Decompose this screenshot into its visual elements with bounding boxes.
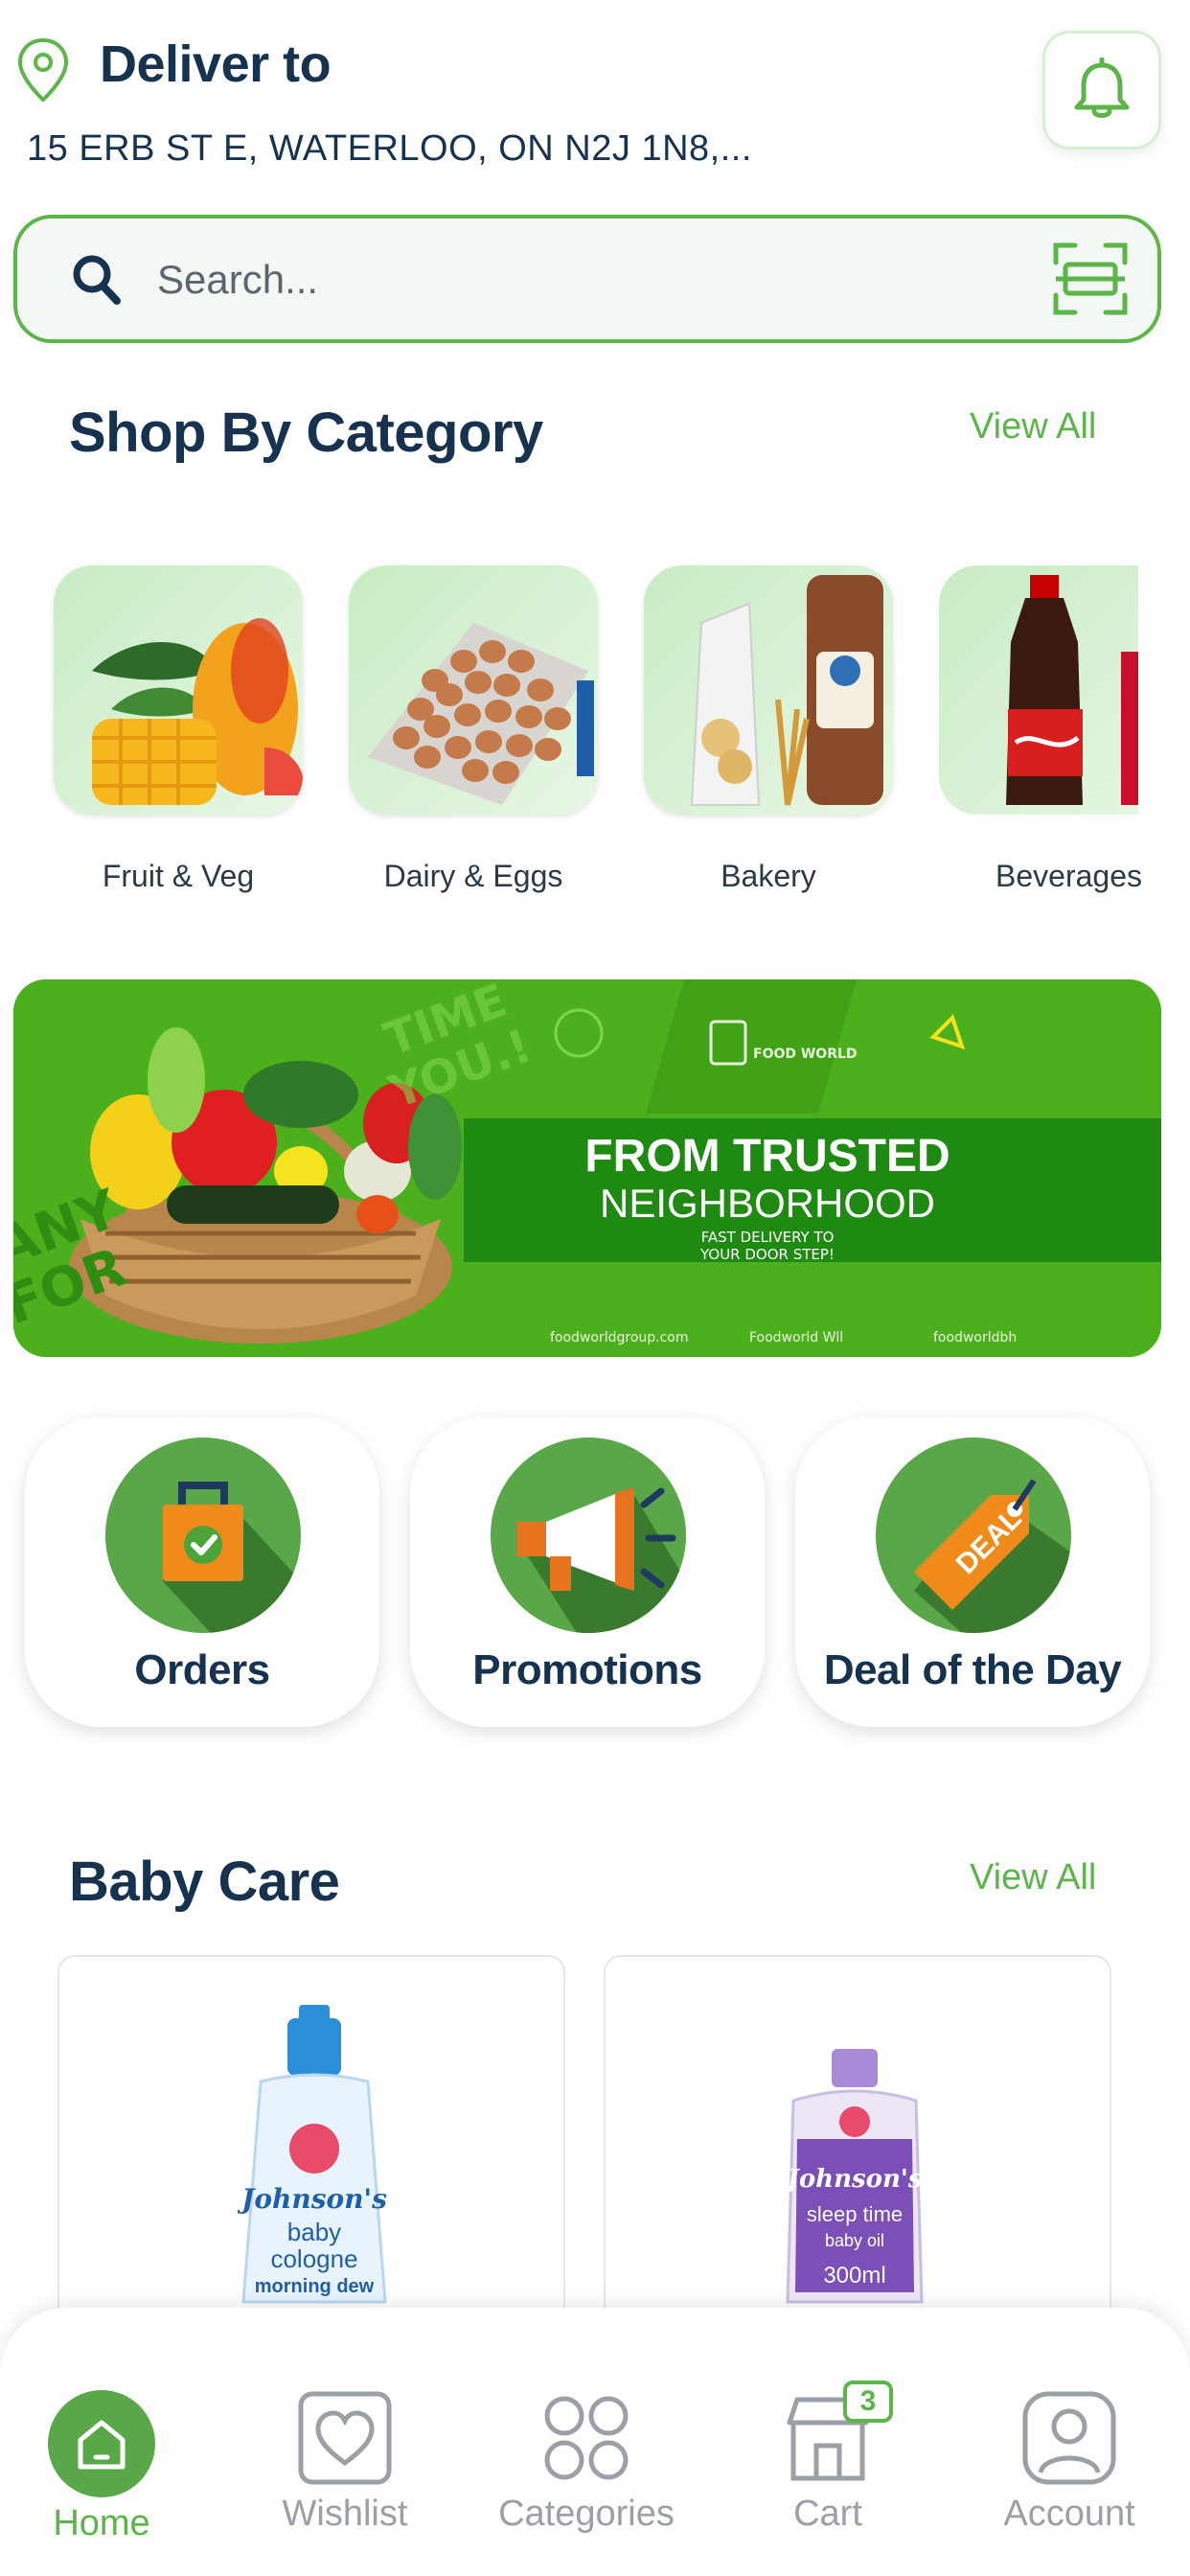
location-pin-icon (17, 37, 69, 103)
nav-wishlist-label: Wishlist (282, 2494, 408, 2534)
nav-categories[interactable]: Categories (491, 2390, 682, 2553)
johnsons-sleep-time-baby-oil-image: Johnson's sleep time baby oil 300ml (783, 2049, 924, 2304)
banner-subheadline: NEIGHBORHOOD (600, 1181, 935, 1226)
nav-account[interactable]: Account (973, 2390, 1165, 2553)
product-line-3: morning dew (255, 2276, 375, 2297)
product-line-3: 300ml (823, 2263, 885, 2288)
banner-footer-website: foodworldgroup.com (550, 1330, 689, 1346)
nav-account-label: Account (1003, 2494, 1135, 2534)
nav-wishlist[interactable]: Wishlist (249, 2390, 441, 2553)
orders-card[interactable]: Orders (25, 1416, 379, 1727)
deal-tag-icon: DEAL (876, 1438, 1071, 1633)
product-line-2: baby oil (825, 2231, 884, 2250)
promotions-label: Promotions (472, 1646, 702, 1693)
nav-cart[interactable]: 3 Cart (732, 2380, 924, 2553)
home-icon (48, 2390, 155, 2497)
deal-of-the-day-label: Deal of the Day (823, 1646, 1122, 1693)
orders-label: Orders (134, 1646, 270, 1693)
banner-tagline-1: FAST DELIVERY TO (701, 1229, 835, 1246)
search-icon[interactable] (69, 251, 123, 307)
product-line-1: baby (287, 2218, 341, 2246)
johnsons-baby-cologne-image: Johnson's baby cologne morning dew (237, 2005, 387, 2304)
notifications-button[interactable] (1042, 31, 1161, 150)
cart-count-badge: 3 (843, 2380, 893, 2423)
deliver-to-label: Deliver to (100, 35, 332, 93)
category-label-beverages: Beverages (995, 859, 1142, 893)
banner-footer-facebook: Foodworld Wll (749, 1330, 843, 1346)
banner-tagline-2: YOUR DOOR STEP! (699, 1246, 835, 1263)
category-fruit-veg[interactable] (54, 565, 303, 815)
nav-cart-label: Cart (793, 2494, 862, 2534)
category-label-bakery: Bakery (721, 859, 816, 893)
egg-tray-image (349, 565, 598, 815)
delivery-address[interactable]: 15 ERB ST E, WATERLOO, ON N2J 1N8,... (27, 128, 752, 170)
baby-care-view-all-link[interactable]: View All (970, 1857, 1096, 1898)
search-input[interactable] (157, 251, 1000, 309)
banner-footer-instagram: foodworldbh (933, 1330, 1017, 1346)
user-icon (1022, 2391, 1116, 2485)
nav-home[interactable]: Home (6, 2390, 197, 2553)
deal-of-the-day-card[interactable]: DEAL Deal of the Day (795, 1416, 1150, 1727)
category-bakery[interactable] (644, 565, 893, 815)
bell-icon (1074, 58, 1130, 118)
product-brand: Johnson's (237, 2183, 387, 2215)
shop-by-category-title: Shop By Category (69, 402, 543, 464)
cola-bottle-image (939, 565, 1138, 815)
promo-banner[interactable]: TIME YOU.! ANY FOR FOOD WORLD FROM TRUST… (13, 979, 1161, 1357)
category-label-fruit-veg: Fruit & Veg (102, 859, 255, 893)
shopping-bag-check-icon (105, 1438, 301, 1633)
banner-background: TIME YOU.! ANY FOR FOOD WORLD FROM TRUST… (13, 979, 1161, 1357)
barcode-scan-icon[interactable] (1052, 242, 1129, 316)
category-beverages[interactable] (939, 565, 1138, 815)
megaphone-icon (491, 1438, 686, 1633)
product-brand: Johnson's (783, 2165, 923, 2194)
nav-categories-label: Categories (498, 2494, 675, 2534)
baby-care-title: Baby Care (69, 1851, 340, 1913)
banner-headline: FROM TRUSTED (584, 1131, 950, 1182)
nav-home-label: Home (53, 2503, 150, 2543)
category-dairy-eggs[interactable] (349, 565, 598, 815)
grid-icon (544, 2396, 629, 2480)
heart-icon (298, 2391, 392, 2485)
promotions-card[interactable]: Promotions (410, 1416, 765, 1727)
bread-image (644, 565, 893, 815)
product-line-2: cologne (270, 2244, 357, 2273)
banner-logo-text: FOOD WORLD (753, 1046, 858, 1062)
categories-view-all-link[interactable]: View All (970, 406, 1096, 448)
mango-image (54, 565, 303, 815)
product-line-1: sleep time (807, 2202, 903, 2226)
category-label-dairy-eggs: Dairy & Eggs (383, 859, 563, 893)
